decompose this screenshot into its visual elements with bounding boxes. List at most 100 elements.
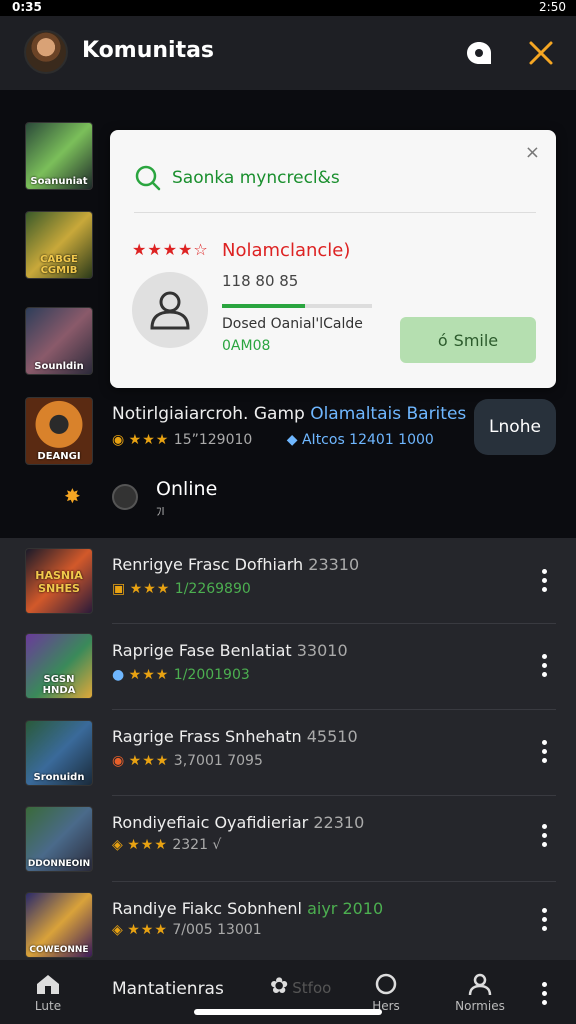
list-title-num: 45510 (306, 727, 358, 746)
chat-icon[interactable] (464, 38, 494, 68)
list-item[interactable]: HASNIA SNHES Renrigye Frasc Dofhiarh 233… (0, 538, 576, 624)
rating-stars: ★★★ (127, 837, 168, 853)
more-options-icon[interactable] (542, 569, 548, 593)
rating-count: 15”129010 (173, 432, 253, 448)
thumbnail-caption: DDONNEOIN (27, 859, 91, 869)
game-thumbnail[interactable]: Sounldin (25, 307, 93, 375)
rating-stars: ★★★ (128, 753, 170, 769)
list-meta-count: 2321 √ (172, 837, 222, 853)
list-title: Ragrige Frass Snhehatn 45510 (112, 727, 358, 746)
list-title: Rondiyefiaic Oyafidieriar 22310 (112, 813, 364, 832)
featured-title-text: Notirlgiaiarcroh. Gamp (112, 404, 305, 424)
list-item[interactable]: Sronuidn Ragrige Frass Snhehatn 45510 ◉ … (0, 710, 576, 796)
app-bar: Komunitas (0, 16, 576, 90)
list-meta-count: 1/2269890 (174, 581, 251, 597)
list-title-num: 22310 (313, 813, 365, 832)
list-title-num: 23310 (308, 555, 360, 574)
popup-close-icon[interactable]: × (525, 142, 540, 163)
list-title-text: Renrigye Frasc Dofhiarh (112, 555, 304, 574)
list-title: Randiye Fiakc Sobnhenl aiyr 2010 (112, 899, 383, 918)
status-bar: 0:35 2:50 (0, 0, 576, 16)
list-item[interactable]: COWEONNE Randiye Fiakc Sobnhenl aiyr 201… (0, 882, 576, 968)
meta-link[interactable]: AItcos 12401 1000 (302, 432, 434, 448)
home-indicator[interactable] (194, 1009, 382, 1015)
more-options-icon[interactable] (542, 982, 548, 1006)
thumbnail-caption: HASNIA SNHES (35, 569, 83, 595)
profile-icon (468, 973, 492, 996)
nav-chat[interactable]: Hers (366, 972, 406, 1013)
list-title-num: 33010 (296, 641, 348, 660)
unlock-button[interactable]: Lnohe (474, 399, 556, 455)
drop-icon: ó (437, 330, 448, 350)
search-popup: × Saonka myncrecl&s ★★★★☆ Nolamclancle) … (110, 130, 556, 388)
list-meta: ◈ ★★★ 7/005 13001 (112, 922, 262, 938)
featured-title-link[interactable]: Olamaltais Barites (310, 404, 466, 424)
online-label: Online (156, 478, 218, 500)
status-time-left: 0:35 (12, 0, 42, 14)
online-sub: ﾌl (156, 505, 165, 518)
search-icon (135, 165, 161, 191)
home-icon (37, 975, 59, 994)
popup-progress-bar (222, 304, 372, 308)
popup-user-name: Nolamclancle) (222, 240, 351, 261)
list-meta-count: 1/2001903 (173, 667, 250, 683)
list-meta: ● ★★★ 1/2001903 (112, 667, 250, 683)
game-thumbnail[interactable]: Soanuniat (25, 122, 93, 190)
more-options-icon[interactable] (542, 740, 548, 764)
popup-search-text[interactable]: Saonka myncrecl&s (172, 168, 340, 188)
shield-badge-icon: ◈ (112, 837, 123, 853)
more-options-icon[interactable] (542, 824, 548, 848)
nav-home[interactable]: Lute (28, 972, 68, 1013)
game-thumbnail: SGSN HNDA (25, 633, 93, 699)
smile-button[interactable]: ó Smile (400, 317, 536, 363)
game-thumbnail[interactable]: DEANGI (25, 397, 93, 465)
game-thumbnail: HASNIA SNHES (25, 548, 93, 614)
nav-home-label: Lute (34, 999, 62, 1013)
user-avatar[interactable] (24, 30, 68, 74)
close-icon[interactable] (526, 38, 556, 68)
badge-icon: ◉ (112, 432, 125, 448)
list-meta: ◉ ★★★ 3,7001 7095 (112, 753, 263, 769)
list-item[interactable]: DDONNEOIN Rondiyefiaic Oyafidieriar 2231… (0, 796, 576, 882)
popup-divider (134, 212, 536, 213)
game-thumbnail: Sronuidn (25, 720, 93, 786)
thumbnail-caption: COWEONNE (29, 945, 89, 955)
nav-gallery[interactable]: ✿ Stfoo (270, 974, 350, 999)
rating-stars: ★★★ (128, 432, 170, 448)
nav-main-label[interactable]: Mantatienras (112, 979, 224, 999)
nav-gallery-label: Stfoo (292, 979, 332, 997)
popup-code: 0AM08 (222, 338, 271, 354)
featured-row-title[interactable]: Notirlgiaiarcroh. Gamp Olamaltais Barite… (112, 404, 482, 424)
popup-description: Dosed Oanial'lCalde (222, 316, 363, 332)
more-options-icon[interactable] (542, 908, 548, 932)
thumbnail-caption: DEANGI (37, 451, 81, 462)
online-status-icon (112, 484, 138, 510)
diamond-icon: ◆ (286, 432, 298, 448)
page-title: Komunitas (82, 38, 215, 63)
thumbnail-caption: Sounldin (34, 361, 84, 372)
list-item[interactable]: SGSN HNDA Raprige Fase Benlatiat 33010 ●… (0, 624, 576, 710)
list-meta: ◈ ★★★ 2321 √ (112, 837, 221, 853)
list-title-text: Randiye Fiakc Sobnhenl (112, 899, 302, 918)
rating-stars: ★★★★☆ (132, 240, 209, 259)
list-title-text: Ragrige Frass Snhehatn (112, 727, 302, 746)
nav-profile[interactable]: Normies (448, 972, 512, 1013)
game-thumbnail: DDONNEOIN (25, 806, 93, 872)
game-thumbnail: COWEONNE (25, 892, 93, 958)
list-meta-count: 7/005 13001 (172, 922, 262, 938)
popup-count: 118 80 85 (222, 272, 299, 290)
progress-fill (222, 304, 305, 308)
fire-badge-icon: ◉ (112, 753, 125, 769)
chat-bubble-icon (375, 973, 397, 995)
spark-icon: ✸ (64, 484, 81, 508)
game-thumbnail[interactable]: CABGE CGMIB (25, 211, 93, 279)
globe-icon: ● (112, 667, 125, 683)
more-options-icon[interactable] (542, 654, 548, 678)
status-time-right: 2:50 (539, 0, 566, 14)
list-title-num: aiyr 2010 (307, 899, 384, 918)
nav-profile-label: Normies (455, 999, 505, 1013)
list-meta-count: 3,7001 7095 (173, 753, 263, 769)
thumbnail-caption: CABGE CGMIB (40, 254, 78, 276)
rating-stars: ★★★ (128, 667, 170, 683)
thumbnail-caption: SGSN HNDA (42, 674, 76, 696)
